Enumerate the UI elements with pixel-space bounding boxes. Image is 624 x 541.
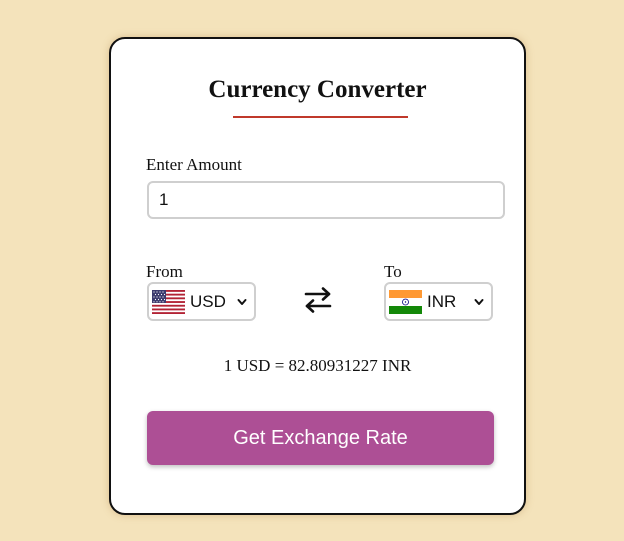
us-flag-icon	[152, 289, 185, 314]
amount-label: Enter Amount	[146, 155, 242, 174]
to-currency-select[interactable]: INR	[384, 282, 493, 321]
from-label: From	[146, 262, 183, 281]
chevron-down-icon	[237, 298, 247, 305]
converter-card: Currency Converter Enter Amount From USD	[109, 37, 526, 515]
exchange-rate-text: 1 USD = 82.80931227 INR	[223, 356, 412, 375]
to-currency-value: INR	[427, 291, 457, 311]
get-exchange-rate-button[interactable]: Get Exchange Rate	[147, 411, 494, 465]
india-flag-icon	[389, 289, 422, 314]
page-title: Currency Converter	[208, 76, 427, 103]
chevron-down-icon	[474, 298, 484, 305]
to-label: To	[384, 262, 402, 281]
amount-input[interactable]	[147, 181, 505, 219]
title-underline	[233, 116, 408, 118]
from-currency-value: USD	[190, 291, 226, 311]
swap-arrows-icon[interactable]	[304, 286, 332, 314]
from-currency-select[interactable]: USD	[147, 282, 256, 321]
